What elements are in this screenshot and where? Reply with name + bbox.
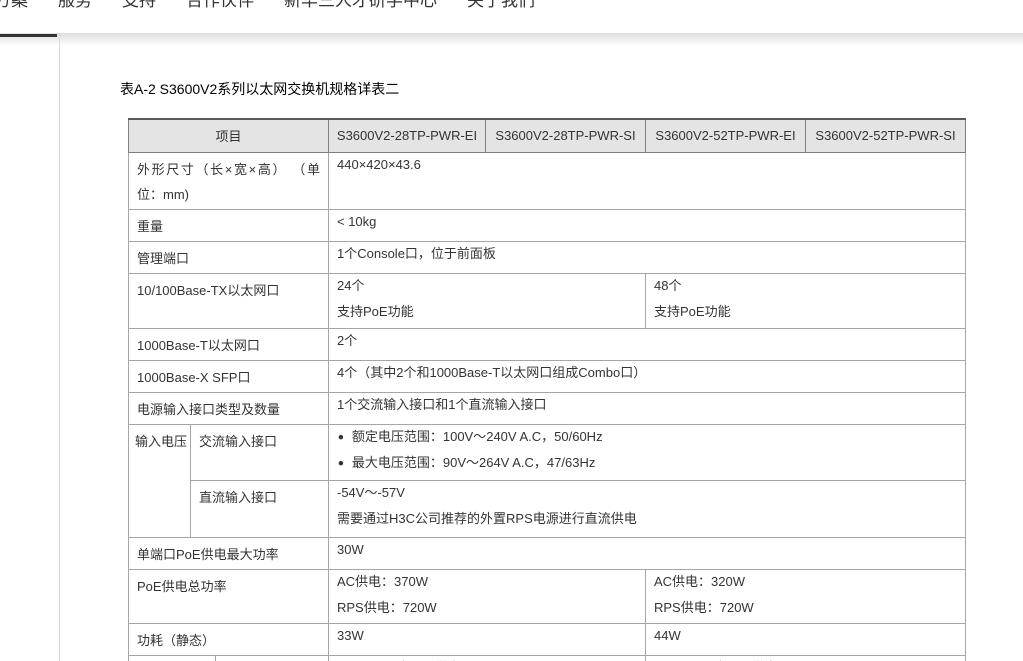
row-value: 2个 (328, 327, 966, 361)
row-value: 30W (328, 536, 966, 570)
value-line: -54V～-57V (337, 484, 405, 500)
table-row-power-full-ac: 功耗（满负荷，包含PoE AC供电 465W（其中PoE供电370W） 440W… (128, 654, 966, 661)
value-line: AC供电：370W (337, 573, 429, 589)
row-label: 功耗（静态） (128, 622, 329, 656)
row-value-52tp: AC供电：320W RPS供电：720W (645, 568, 966, 624)
header-model-28tp-pwr-si: S3600V2-28TP-PWR-SI (485, 118, 646, 153)
table-row-fe-ports: 10/100Base-TX以太网口 24个 支持PoE功能 48个 支持PoE功… (128, 272, 966, 329)
table-row-ge-ports: 1000Base-T以太网口 2个 (128, 327, 966, 361)
row-value-28tp: 24个 支持PoE功能 (328, 272, 646, 329)
nav-item-partners[interactable]: 合作伙伴 (186, 0, 254, 11)
table-row-weight: 重量 < 10kg (128, 208, 966, 242)
bullet-icon: ● (337, 456, 345, 469)
value-line: ● 最大电压范围：90V～264V A.C，47/63Hz (337, 455, 957, 471)
table-row-poe-total: PoE供电总功率 AC供电：370W RPS供电：720W AC供电：320W … (128, 568, 966, 624)
row-sub-label-ac: 交流输入接口 (190, 423, 329, 481)
row-value: 4个（其中2个和1000Base-T以太网口组成Combo口） (328, 359, 966, 393)
content-left-divider (59, 33, 60, 661)
value-line: 24个 (337, 277, 365, 293)
spec-table: 项目 S3600V2-28TP-PWR-EI S3600V2-28TP-PWR-… (128, 118, 966, 661)
value-line: 48个 (654, 277, 682, 293)
row-label: 重量 (128, 208, 329, 242)
row-label: 1000Base-X SFP口 (128, 359, 329, 393)
row-value-52tp: 44W (645, 622, 966, 656)
table-row-poe-port-max: 单端口PoE供电最大功率 30W (128, 536, 966, 570)
table-header-row: 项目 S3600V2-28TP-PWR-EI S3600V2-28TP-PWR-… (128, 118, 966, 153)
row-group-label: 功耗（满负荷，包含PoE (128, 654, 216, 661)
value-line: 支持PoE功能 (337, 303, 414, 319)
row-label: 电源输入接口类型及数量 (128, 391, 329, 425)
row-value: 1个交流输入接口和1个直流输入接口 (328, 391, 966, 425)
row-label: PoE供电总功率 (128, 568, 329, 624)
table-row-dimensions: 外形尺寸（长×宽×高） （单位：mm) 440×420×43.6 (128, 151, 966, 210)
row-value-ac: ● 额定电压范围：100V～240V A.C，50/60Hz ● 最大电压范围：90… (328, 423, 966, 481)
row-label: 10/100Base-TX以太网口 (128, 272, 329, 329)
header-model-52tp-pwr-ei: S3600V2-52TP-PWR-EI (645, 118, 806, 153)
row-label: 1000Base-T以太网口 (128, 327, 329, 361)
value-text: 最大电压范围：90V～264V A.C，47/63Hz (351, 454, 596, 470)
value-line: 支持PoE功能 (654, 303, 731, 319)
table-caption: 表A-2 S3600V2系列以太网交换机规格详表二 (120, 81, 400, 97)
value-line: ● 额定电压范围：100V～240V A.C，50/60Hz (337, 429, 957, 445)
nav-items: 方案 服务 支持 合作伙伴 新华三人才研学中心 关于我们 (0, 0, 535, 11)
row-value-28tp: 465W（其中PoE供电370W） (328, 654, 646, 661)
row-value-52tp: 440W（其中PoE供电320W） (645, 654, 966, 661)
header-item: 项目 (128, 118, 329, 153)
table-row-input-voltage-dc: 直流输入接口 -54V～-57V 需要通过H3C公司推荐的外置RPS电源进行直流… (129, 479, 966, 538)
row-value: < 10kg (328, 208, 966, 242)
row-label: 单端口PoE供电最大功率 (128, 536, 329, 570)
value-line: AC供电：320W (654, 573, 746, 589)
navbar-shadow (0, 33, 1023, 46)
value-line: RPS供电：720W (654, 599, 754, 615)
table-row-power-static: 功耗（静态） 33W 44W (128, 622, 966, 656)
row-value-dc: -54V～-57V 需要通过H3C公司推荐的外置RPS电源进行直流供电 (328, 479, 966, 538)
header-model-52tp-pwr-si: S3600V2-52TP-PWR-SI (805, 118, 966, 153)
bullet-icon: ● (337, 430, 345, 443)
row-value: 1个Console口，位于前面板 (328, 240, 966, 274)
value-line: 需要通过H3C公司推荐的外置RPS电源进行直流供电 (337, 510, 637, 526)
row-group-label: 输入电压 (128, 423, 191, 538)
value-line: RPS供电：720W (337, 599, 437, 615)
row-value-52tp: 48个 支持PoE功能 (645, 272, 966, 329)
row-label: 管理端口 (128, 240, 329, 274)
row-value-28tp: 33W (328, 622, 646, 656)
row-value: 440×420×43.6 (328, 151, 966, 210)
row-sub-label-dc: 直流输入接口 (190, 479, 329, 538)
top-navbar: 方案 服务 支持 合作伙伴 新华三人才研学中心 关于我们 (0, 0, 1023, 33)
table-row-input-voltage-ac: 输入电压 交流输入接口 ● 额定电压范围：100V～240V A.C，50/60H… (128, 423, 966, 538)
nav-item-support[interactable]: 支持 (122, 0, 156, 11)
page: 方案 服务 支持 合作伙伴 新华三人才研学中心 关于我们 表A-2 S3600V… (0, 0, 1023, 661)
row-sub-label-ac: AC供电 (215, 654, 329, 661)
table-row-sfp-ports: 1000Base-X SFP口 4个（其中2个和1000Base-T以太网口组成… (128, 359, 966, 393)
value-text: 额定电压范围：100V～240V A.C，50/60Hz (351, 428, 603, 444)
nav-item-services[interactable]: 服务 (58, 0, 92, 11)
nav-item-solutions[interactable]: 方案 (0, 0, 28, 11)
header-model-28tp-pwr-ei: S3600V2-28TP-PWR-EI (328, 118, 486, 153)
nav-item-about[interactable]: 关于我们 (467, 0, 535, 11)
row-value-28tp: AC供电：370W RPS供电：720W (328, 568, 646, 624)
table-row-power-inputs: 电源输入接口类型及数量 1个交流输入接口和1个直流输入接口 (128, 391, 966, 425)
row-label: 外形尺寸（长×宽×高） （单位：mm) (128, 151, 329, 210)
nav-item-talent-center[interactable]: 新华三人才研学中心 (284, 0, 437, 11)
table-row-mgmt-port: 管理端口 1个Console口，位于前面板 (128, 240, 966, 274)
